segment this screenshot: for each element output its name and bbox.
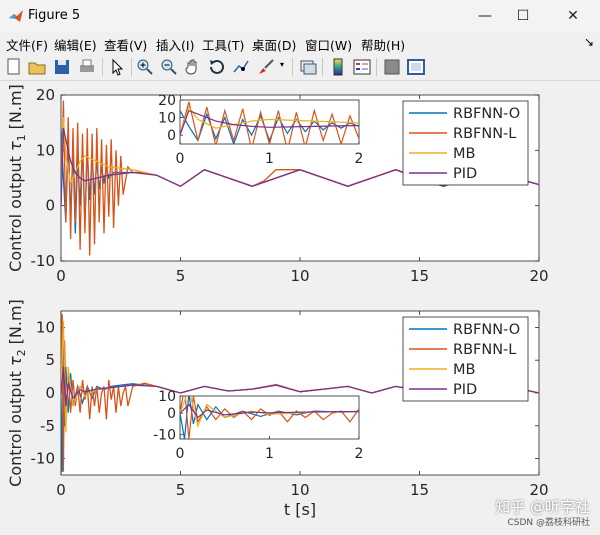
menu-tools[interactable]: 工具(T) [202, 35, 244, 54]
close-icon: ✕ [567, 8, 579, 24]
inset-y-tick-label: 20 [158, 93, 176, 109]
x-tick-label: 0 [56, 481, 66, 499]
inset-y-tick-label: 10 [158, 111, 176, 127]
inset-y-tick-label: 0 [167, 128, 176, 144]
print-icon[interactable] [77, 57, 97, 77]
open-icon[interactable] [27, 57, 47, 77]
y-tick-label: 10 [36, 318, 55, 336]
legend-label-rbfnn-o: RBFNN-O [453, 322, 520, 338]
zoom-out-icon[interactable] [159, 57, 179, 77]
menu-bar: 文件(F) 编辑(E) 查看(V) 插入(I) 工具(T) 桌面(D) 窗口(W… [0, 32, 600, 54]
data-cursor-icon[interactable] [231, 57, 251, 77]
inset-plot-area [179, 395, 360, 440]
inset-x-tick-label: 0 [176, 446, 185, 462]
hide-plot-tools-icon[interactable] [382, 57, 402, 77]
legend-label-pid: PID [453, 382, 477, 398]
show-plot-tools-icon[interactable] [406, 57, 426, 77]
new-figure-icon[interactable] [4, 57, 24, 77]
axes-panel-1: 0 5 10 15 20-1001020Control output τ1 [N.m] R… [6, 84, 549, 285]
legend-label-mb: MB [453, 362, 475, 378]
watermark-main: 知乎 @听字社 [495, 498, 590, 516]
save-icon[interactable] [52, 57, 72, 77]
inset-x-tick-label: 0 [176, 151, 185, 167]
y-axis-label: Control output τ1 [N.m] [6, 84, 28, 272]
inset-x-tick-label: 2 [355, 446, 364, 462]
link-icon[interactable] [298, 57, 318, 77]
inset-x-tick-label: 2 [355, 151, 364, 167]
menu-desktop[interactable]: 桌面(D) [252, 35, 296, 54]
title-bar: Figure 5 — ☐ ✕ [0, 0, 600, 32]
menu-view[interactable]: 查看(V) [104, 35, 147, 54]
y-tick-label: -10 [31, 252, 56, 270]
x-tick-label: 20 [529, 267, 548, 285]
y-tick-label: -10 [31, 450, 56, 468]
zoom-in-icon[interactable] [135, 57, 155, 77]
legend-label-rbfnn-l: RBFNN-L [453, 126, 516, 142]
pointer-icon[interactable] [107, 57, 127, 77]
y-axis-label: Control output τ2 [N.m] [6, 299, 28, 487]
legend-label-rbfnn-o: RBFNN-O [453, 106, 520, 122]
menu-window[interactable]: 窗口(W) [305, 35, 352, 54]
y-tick-label: 20 [36, 86, 55, 104]
figure-canvas: 0 5 10 15 20 -10 0 10 20 Control output τ1 [N.m] R… [0, 81, 600, 531]
legend: RBFNN-O RBFNN-L MB PID [402, 316, 529, 402]
x-tick-label: 0 [56, 267, 66, 285]
menu-file[interactable]: 文件(F) [6, 35, 48, 54]
watermark-sub: CSDN @荔枝科研社 [507, 518, 590, 528]
x-axis-label: t [s] [284, 500, 316, 519]
y-tick-label: 5 [45, 351, 55, 369]
y-tick-label: 0 [45, 384, 55, 402]
legend-icon[interactable] [352, 57, 372, 77]
inset-y-tick-label: -10 [153, 428, 176, 444]
x-tick-label: 10 [290, 481, 309, 499]
colorbar-icon[interactable] [328, 57, 348, 77]
inset-x-tick-label: 1 [265, 151, 274, 167]
figure-svg: 0 5 10 15 20-1001020Control output τ1 [N.m] R… [6, 84, 549, 519]
rotate-icon[interactable] [207, 57, 227, 77]
maximize-icon: ☐ [516, 8, 530, 24]
axes-panel-2: 0 5 10 15 20-10-50510Control output τ2 [N.m]… [6, 299, 549, 519]
inset-y-tick-label: 10 [158, 389, 176, 405]
legend: RBFNN-O RBFNN-L MB PID [402, 100, 529, 186]
x-tick-label: 15 [410, 267, 429, 285]
close-button[interactable]: ✕ [550, 0, 596, 32]
inset-x-tick-label: 1 [265, 446, 274, 462]
y-tick-label: 10 [36, 141, 55, 159]
menu-insert[interactable]: 插入(I) [156, 35, 194, 54]
y-tick-label: -5 [40, 417, 55, 435]
x-tick-label: 5 [176, 481, 186, 499]
x-tick-label: 10 [290, 267, 309, 285]
inset-y-tick-label: 0 [167, 406, 176, 422]
x-tick-label: 15 [410, 481, 429, 499]
pan-icon[interactable] [183, 57, 203, 77]
legend-label-pid: PID [453, 166, 477, 182]
x-tick-label: 5 [176, 267, 186, 285]
window-title: Figure 5 [28, 8, 81, 23]
legend-label-mb: MB [453, 146, 475, 162]
matlab-logo-icon [9, 10, 23, 22]
menu-edit[interactable]: 编辑(E) [54, 35, 97, 54]
y-tick-label: 0 [45, 197, 55, 215]
brush-dropdown-icon[interactable]: ▾ [280, 60, 284, 69]
legend-label-rbfnn-l: RBFNN-L [453, 342, 516, 358]
menu-help[interactable]: 帮助(H) [361, 35, 405, 54]
maximize-button[interactable]: ☐ [500, 0, 546, 32]
brush-icon[interactable] [256, 57, 276, 77]
figure-toolbar: ▾ [0, 54, 600, 81]
dock-icon[interactable]: ↘ [584, 35, 594, 49]
minimize-icon: — [478, 8, 492, 24]
